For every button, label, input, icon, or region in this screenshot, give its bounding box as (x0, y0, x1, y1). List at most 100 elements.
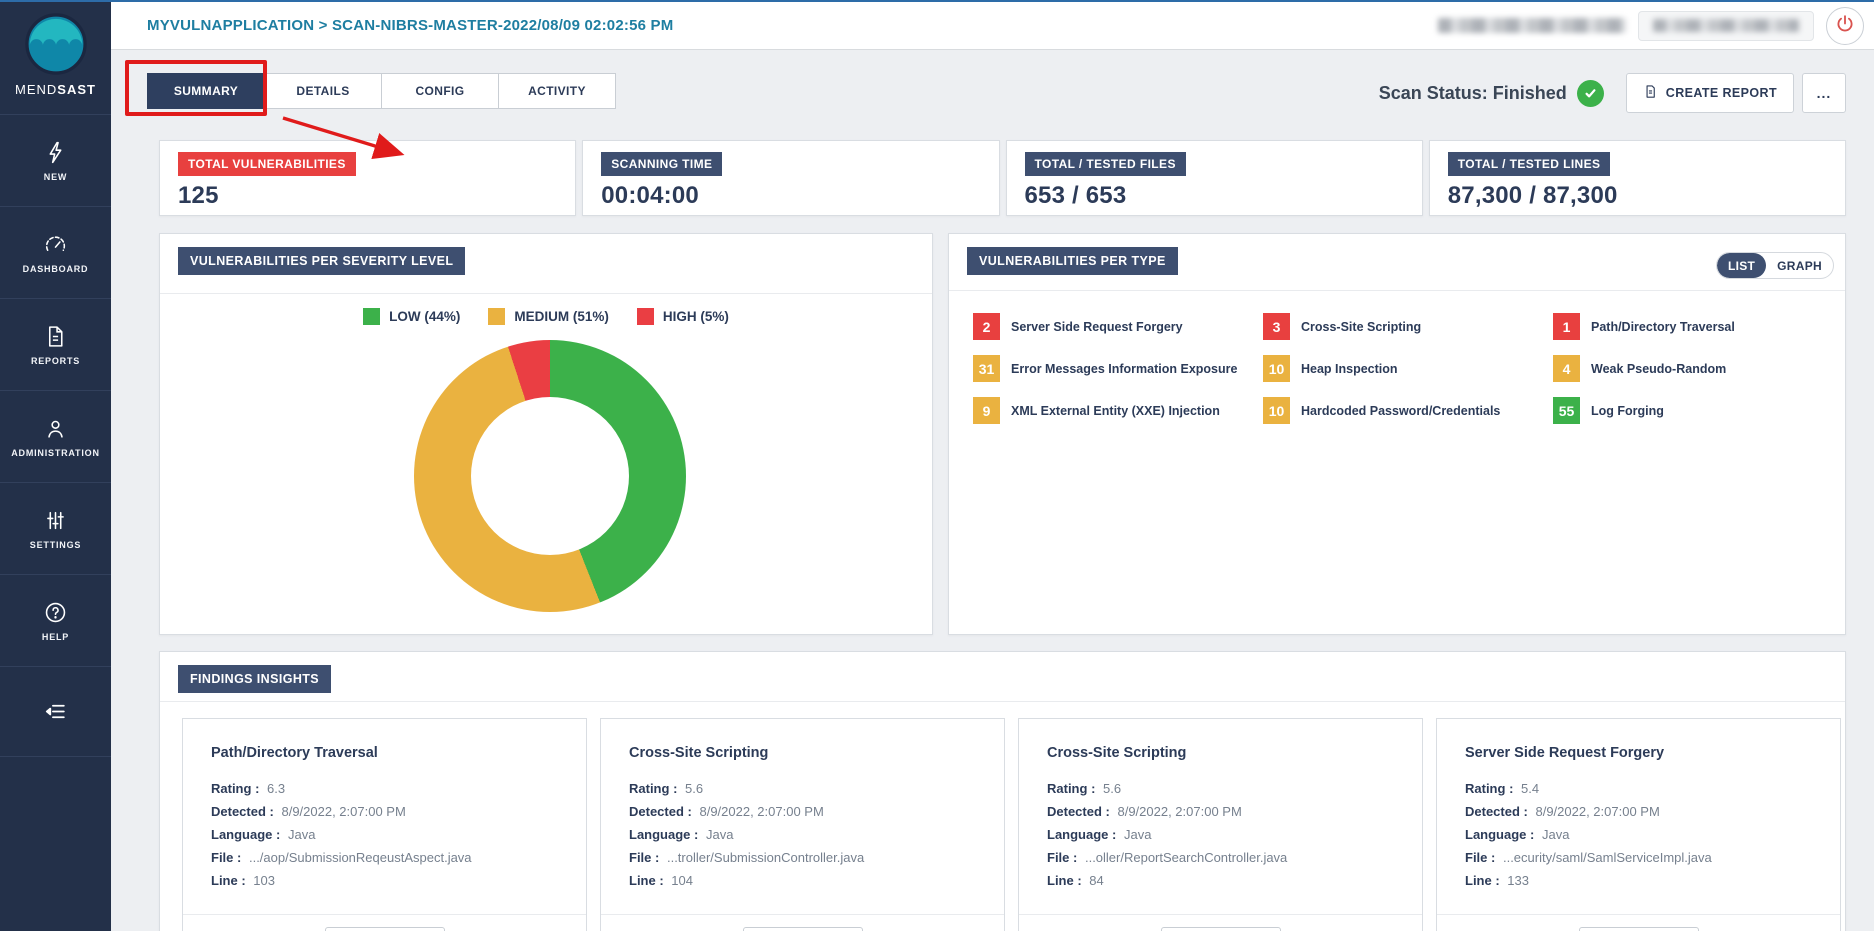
field-value: ...troller/SubmissionController.java (667, 850, 864, 865)
status-check-icon (1577, 80, 1604, 107)
type-count-badge: 2 (973, 313, 1000, 340)
severity-panel-title: VULNERABILITIES PER SEVERITY LEVEL (178, 247, 465, 275)
finding-card[interactable]: Cross-Site ScriptingRating : 5.6Detected… (600, 718, 1005, 931)
sidebar-item-label: HELP (42, 632, 69, 642)
type-item[interactable]: 55Log Forging (1553, 397, 1843, 424)
mend-logo-icon (25, 13, 87, 75)
field-label: Rating (1465, 781, 1505, 796)
tab-activity[interactable]: ACTIVITY (498, 73, 616, 109)
sidebar-item-settings[interactable]: SETTINGS (0, 483, 111, 575)
field-colon: : (690, 827, 702, 842)
sidebar-item-dashboard[interactable]: DASHBOARD (0, 207, 111, 299)
redacted-user-select-text (1653, 19, 1799, 32)
logout-power-button[interactable] (1826, 7, 1864, 45)
finding-title: Cross-Site Scripting (629, 745, 976, 761)
brand-logo[interactable]: MENDSAST (0, 2, 111, 115)
type-item[interactable]: 3Cross-Site Scripting (1263, 313, 1553, 340)
sidebar-item-reports[interactable]: REPORTS (0, 299, 111, 391)
more-actions-button[interactable]: ... (1802, 73, 1846, 113)
finding-action-button-cutoff[interactable] (325, 927, 445, 931)
breadcrumb[interactable]: MYVULNAPPLICATION > SCAN-NIBRS-MASTER-20… (147, 17, 673, 34)
field-colon: : (1102, 804, 1114, 819)
scan-tabs: SUMMARYDETAILSCONFIGACTIVITY (147, 73, 616, 109)
legend-swatch (637, 308, 654, 325)
finding-action-button-cutoff[interactable] (1161, 927, 1281, 931)
finding-card[interactable]: Path/Directory TraversalRating : 6.3Dete… (182, 718, 587, 931)
field-colon: : (684, 804, 696, 819)
type-item[interactable]: 10Hardcoded Password/Credentials (1263, 397, 1553, 424)
type-count-badge: 31 (973, 355, 1000, 382)
create-report-button[interactable]: CREATE REPORT (1626, 73, 1794, 113)
scan-status-text: Scan Status: Finished (1379, 83, 1567, 104)
type-item[interactable]: 31 Error Messages Information Exposure (973, 355, 1263, 382)
type-item[interactable]: 4Weak Pseudo-Random (1553, 355, 1843, 382)
finding-field-rating: Rating : 5.6 (1047, 777, 1394, 800)
sidebar-item-administration[interactable]: ADMINISTRATION (0, 391, 111, 483)
field-colon: : (1520, 804, 1532, 819)
tab-config[interactable]: CONFIG (381, 73, 499, 109)
field-value: 8/9/2022, 2:07:00 PM (699, 804, 823, 819)
field-value: 8/9/2022, 2:07:00 PM (1535, 804, 1659, 819)
type-item[interactable]: 10Heap Inspection (1263, 355, 1553, 382)
severity-donut-chart[interactable] (414, 340, 686, 612)
sidebar: MENDSAST NEWDASHBOARDREPORTS ADMINISTRATI… (0, 2, 111, 931)
finding-action-button-cutoff[interactable] (743, 927, 863, 931)
type-item[interactable]: 1Path/Directory Traversal (1553, 313, 1843, 340)
tab-details[interactable]: DETAILS (264, 73, 382, 109)
type-item[interactable]: 2Server Side Request Forgery (973, 313, 1263, 340)
type-label: Error Messages Information Exposure (1011, 362, 1237, 376)
tab-summary[interactable]: SUMMARY (147, 73, 265, 109)
toggle-list[interactable]: LIST (1717, 253, 1766, 278)
type-count-badge: 55 (1553, 397, 1580, 424)
divider (183, 914, 586, 915)
stat-card: TOTAL VULNERABILITIES125 (159, 140, 576, 216)
field-label: Detected (629, 804, 684, 819)
field-label: File (1465, 850, 1487, 865)
toggle-graph[interactable]: GRAPH (1766, 253, 1833, 278)
finding-card[interactable]: Cross-Site ScriptingRating : 5.6Detected… (1018, 718, 1423, 931)
type-count-badge: 4 (1553, 355, 1580, 382)
finding-field-line: Line : 84 (1047, 869, 1394, 892)
finding-action-button-cutoff[interactable] (1579, 927, 1699, 931)
types-panel-title: VULNERABILITIES PER TYPE (967, 247, 1178, 275)
field-label: Detected (1047, 804, 1102, 819)
finding-card[interactable]: Server Side Request ForgeryRating : 5.4D… (1436, 718, 1841, 931)
type-item[interactable]: 9XML External Entity (XXE) Injection (973, 397, 1263, 424)
scan-status-row: Scan Status: Finished CREATE REPORT ... (1379, 73, 1846, 113)
type-label: Hardcoded Password/Credentials (1301, 404, 1500, 418)
field-value: 104 (671, 873, 693, 888)
field-colon: : (272, 827, 284, 842)
finding-field-line: Line : 133 (1465, 869, 1812, 892)
field-value: Java (1124, 827, 1151, 842)
finding-title: Path/Directory Traversal (211, 745, 558, 761)
power-icon (1834, 13, 1856, 38)
sidebar-item-help[interactable]: HELP (0, 575, 111, 667)
field-value: Java (1542, 827, 1569, 842)
report-file-icon (1643, 84, 1658, 102)
finding-field-detected: Detected : 8/9/2022, 2:07:00 PM (1047, 800, 1394, 823)
field-label: Language (1047, 827, 1108, 842)
field-value: Java (706, 827, 733, 842)
divider (160, 293, 932, 294)
donut-hole (471, 397, 629, 555)
field-label: Rating (211, 781, 251, 796)
sidebar-item-new[interactable]: NEW (0, 115, 111, 207)
field-label: Detected (1465, 804, 1520, 819)
legend-item-medium: MEDIUM (51%) (488, 308, 609, 325)
divider (601, 914, 1004, 915)
collapse-menu-icon (43, 699, 68, 724)
field-value: 103 (253, 873, 275, 888)
sidebar-item-collapse[interactable] (0, 667, 111, 757)
field-label: Line (629, 873, 656, 888)
sidebar-item-label: SETTINGS (30, 540, 81, 550)
sliders-icon (43, 508, 68, 533)
finding-field-detected: Detected : 8/9/2022, 2:07:00 PM (629, 800, 976, 823)
legend-item-low: LOW (44%) (363, 308, 460, 325)
field-value: 5.6 (685, 781, 703, 796)
types-panel: VULNERABILITIES PER TYPE LISTGRAPH 2Serv… (948, 233, 1846, 635)
field-value: 8/9/2022, 2:07:00 PM (281, 804, 405, 819)
sidebar-item-label: ADMINISTRATION (11, 448, 100, 458)
type-label: XML External Entity (XXE) Injection (1011, 404, 1220, 418)
redacted-user-select[interactable] (1638, 11, 1814, 41)
field-value: Java (288, 827, 315, 842)
